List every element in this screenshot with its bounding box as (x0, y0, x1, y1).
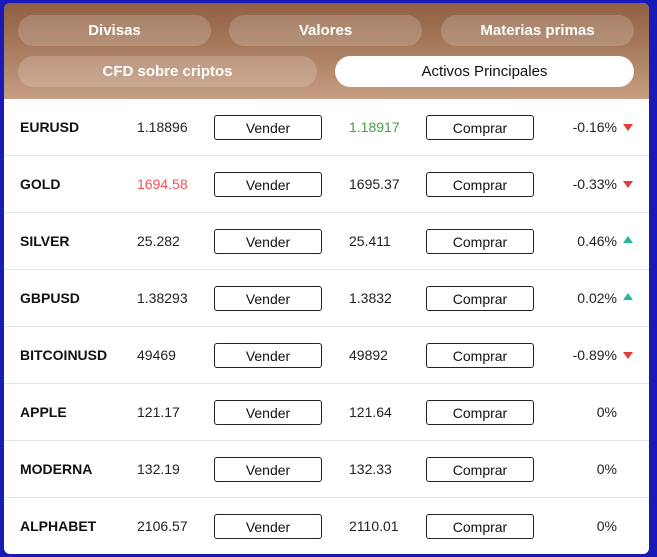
asset-symbol: ALPHABET (20, 518, 97, 534)
sell-button[interactable]: Vender (214, 400, 322, 425)
asset-symbol: GOLD (20, 176, 61, 192)
asset-table: EURUSD 1.18896 Vender 1.18917 Comprar -0… (4, 99, 649, 554)
buy-button[interactable]: Comprar (426, 286, 534, 311)
table-row-bitcoinusd: BITCOINUSD 49469 Vender 49892 Comprar -0… (4, 327, 649, 384)
sell-button[interactable]: Vender (214, 514, 322, 539)
buy-price: 132.33 (349, 461, 392, 477)
table-row-apple: APPLE 121.17 Vender 121.64 Comprar 0% (4, 384, 649, 441)
table-row-silver: SILVER 25.282 Vender 25.411 Comprar 0.46… (4, 213, 649, 270)
sell-button[interactable]: Vender (214, 286, 322, 311)
buy-button[interactable]: Comprar (426, 343, 534, 368)
arrow-down-icon (623, 124, 633, 131)
buy-button[interactable]: Comprar (426, 229, 534, 254)
buy-button[interactable]: Comprar (426, 400, 534, 425)
buy-price: 25.411 (349, 233, 391, 249)
sell-button[interactable]: Vender (214, 229, 322, 254)
buy-price: 2110.01 (349, 518, 399, 534)
asset-symbol: APPLE (20, 404, 67, 420)
sell-price: 1694.58 (137, 176, 188, 192)
buy-button[interactable]: Comprar (426, 115, 534, 140)
table-row-gbpusd: GBPUSD 1.38293 Vender 1.3832 Comprar 0.0… (4, 270, 649, 327)
tab-valores[interactable]: Valores (229, 15, 422, 46)
arrow-up-icon (623, 236, 633, 243)
change-percent: 0% (596, 461, 617, 477)
buy-button[interactable]: Comprar (426, 514, 534, 539)
sell-button[interactable]: Vender (214, 457, 322, 482)
buy-price: 121.64 (349, 404, 392, 420)
buy-button[interactable]: Comprar (426, 172, 534, 197)
sell-button[interactable]: Vender (214, 343, 322, 368)
sell-price: 49469 (137, 347, 176, 363)
tab-activos-principales[interactable]: Activos Principales (335, 56, 634, 87)
sell-price: 132.19 (137, 461, 180, 477)
sell-button[interactable]: Vender (214, 115, 322, 140)
asset-symbol: EURUSD (20, 119, 80, 135)
asset-symbol: GBPUSD (20, 290, 80, 306)
trading-widget: Divisas Valores Materias primas CFD sobr… (4, 3, 649, 554)
asset-symbol: SILVER (20, 233, 70, 249)
arrow-down-icon (623, 181, 633, 188)
buy-price: 1695.37 (349, 176, 400, 192)
sell-price: 25.282 (137, 233, 180, 249)
table-row-eurusd: EURUSD 1.18896 Vender 1.18917 Comprar -0… (4, 99, 649, 156)
change-percent: 0% (596, 404, 617, 420)
sell-button[interactable]: Vender (214, 172, 322, 197)
sell-price: 2106.57 (137, 518, 188, 534)
sell-price: 1.38293 (137, 290, 188, 306)
sell-price: 121.17 (137, 404, 180, 420)
buy-price: 1.18917 (349, 119, 400, 135)
table-row-moderna: MODERNA 132.19 Vender 132.33 Comprar 0% (4, 441, 649, 498)
sell-price: 1.18896 (137, 119, 188, 135)
tab-divisas[interactable]: Divisas (18, 15, 211, 46)
tabs-header: Divisas Valores Materias primas CFD sobr… (4, 3, 649, 99)
buy-button[interactable]: Comprar (426, 457, 534, 482)
asset-symbol: MODERNA (20, 461, 93, 477)
table-row-gold: GOLD 1694.58 Vender 1695.37 Comprar -0.3… (4, 156, 649, 213)
tab-cfd-sobre-criptos[interactable]: CFD sobre criptos (18, 56, 317, 87)
buy-price: 49892 (349, 347, 388, 363)
arrow-down-icon (623, 352, 633, 359)
asset-symbol: BITCOINUSD (20, 347, 108, 363)
arrow-up-icon (623, 293, 633, 300)
tab-materias-primas[interactable]: Materias primas (441, 15, 634, 46)
buy-price: 1.3832 (349, 290, 392, 306)
table-row-alphabet: ALPHABET 2106.57 Vender 2110.01 Comprar … (4, 498, 649, 554)
change-percent: 0% (596, 518, 617, 534)
